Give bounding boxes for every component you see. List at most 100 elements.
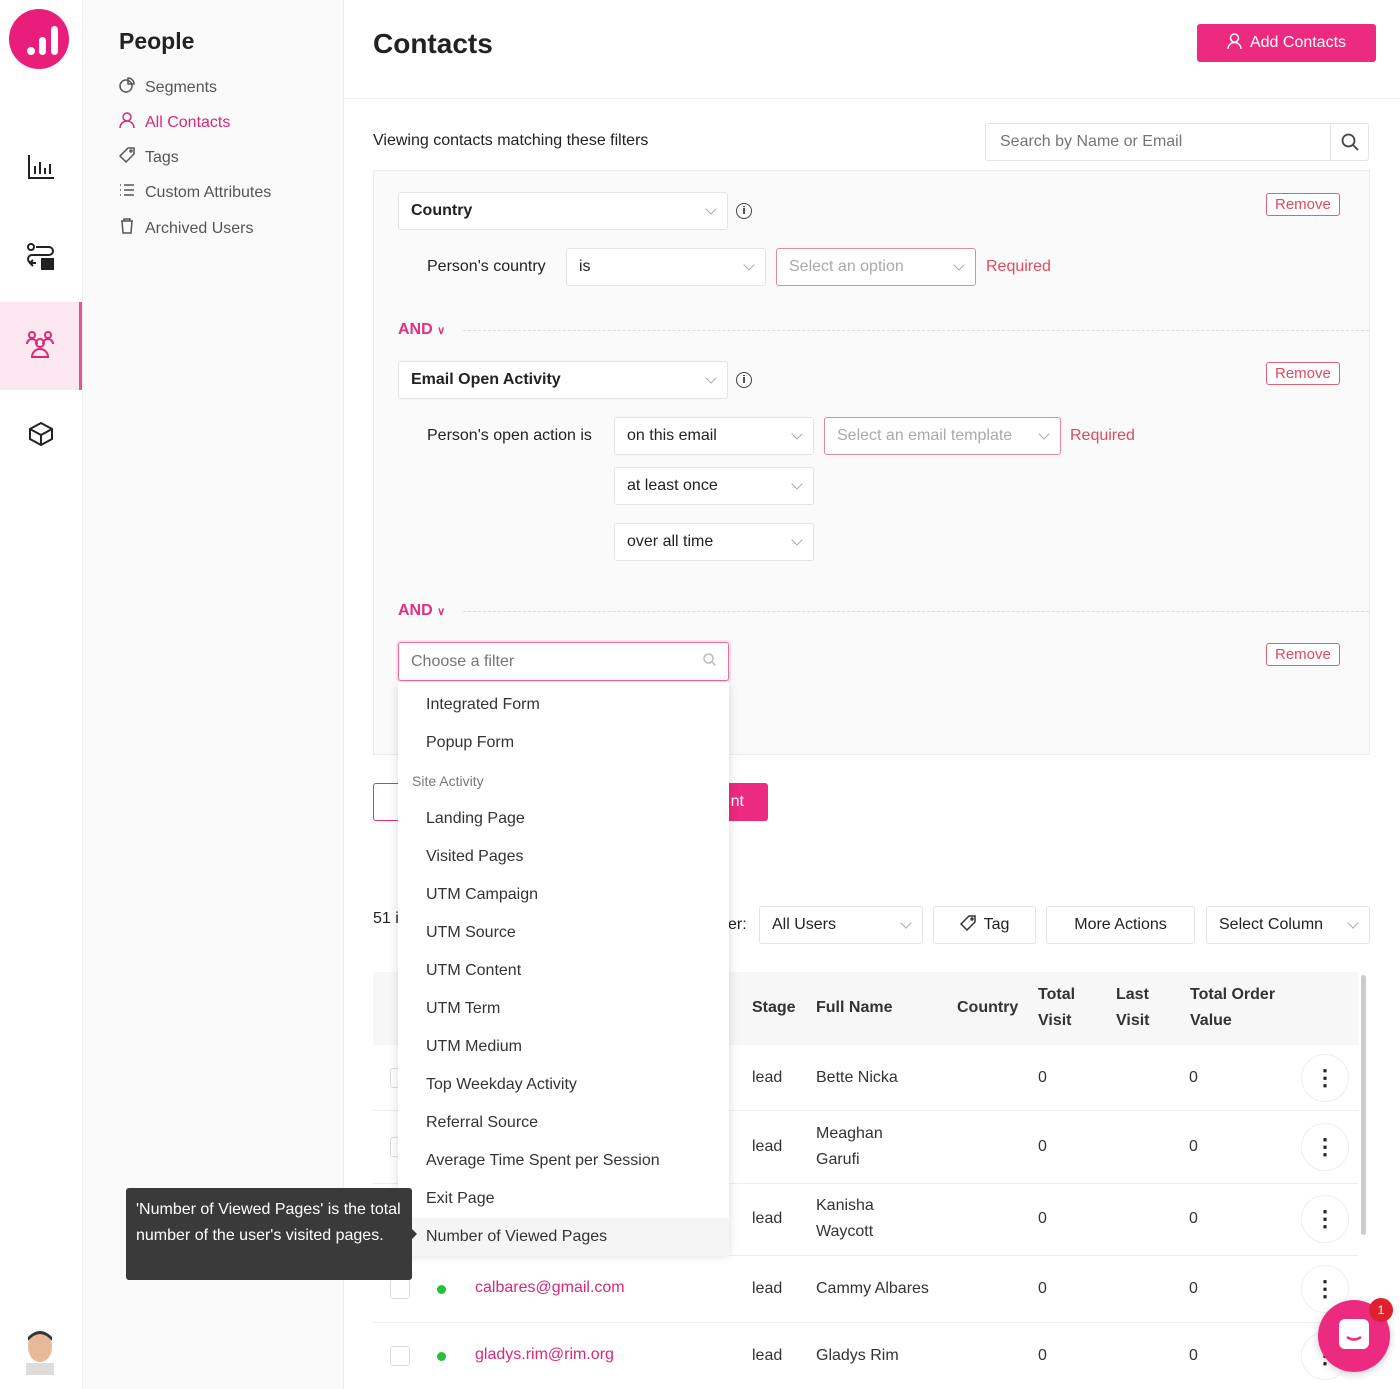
dropdown-item[interactable]: UTM Source <box>398 914 729 952</box>
table-scrollbar[interactable] <box>1361 975 1366 1235</box>
required-message: Required <box>1070 427 1135 444</box>
search-icon[interactable] <box>1330 124 1368 160</box>
row-actions-button[interactable]: ⋮ <box>1301 1195 1349 1243</box>
cell-total-order-value: 0 <box>1189 1210 1198 1227</box>
info-icon[interactable]: i <box>736 372 752 388</box>
email-template-select[interactable]: Select an email template <box>824 417 1061 455</box>
select-value: at least once <box>627 477 718 494</box>
users-filter-select[interactable]: All Users <box>759 906 923 944</box>
cell-full-name: Bette Nicka <box>816 1065 898 1091</box>
choose-filter-input[interactable] <box>399 652 703 671</box>
search-box <box>985 123 1369 161</box>
app-logo[interactable] <box>9 9 69 69</box>
dropdown-group-header: Site Activity <box>412 773 484 789</box>
contacts-count: 51 i <box>373 910 399 927</box>
name-line: Meaghan <box>816 1124 883 1142</box>
row-actions-button[interactable]: ⋮ <box>1301 1053 1349 1102</box>
rail-products[interactable] <box>0 392 82 480</box>
sidebar-item-label: Segments <box>145 78 218 96</box>
more-vertical-icon: ⋮ <box>1314 1133 1336 1159</box>
select-column-dropdown[interactable]: Select Column <box>1206 906 1370 944</box>
rail-people[interactable] <box>0 302 82 390</box>
tag-icon <box>959 914 976 936</box>
frequency-select[interactable]: at least once <box>614 467 814 505</box>
dropdown-item[interactable]: Visited Pages <box>398 838 729 876</box>
info-icon[interactable]: i <box>736 203 752 219</box>
more-vertical-icon: ⋮ <box>1314 1064 1336 1090</box>
sidebar-item-archived-users[interactable]: Archived Users <box>119 218 253 239</box>
dropdown-item[interactable]: Popup Form <box>398 724 729 762</box>
and-connector[interactable]: AND ∨ <box>398 602 445 620</box>
operator-select[interactable]: on this email <box>614 417 814 455</box>
name-line: Cammy Albares <box>816 1279 929 1297</box>
chevron-down-icon <box>1038 428 1050 440</box>
and-connector[interactable]: AND ∨ <box>398 321 445 339</box>
select-value: Email Open Activity <box>411 371 561 388</box>
select-value: All Users <box>772 916 837 933</box>
and-label: AND <box>398 321 433 338</box>
remove-filter-button[interactable]: Remove <box>1266 362 1340 385</box>
sidebar-item-label: Tags <box>145 148 179 166</box>
row-checkbox[interactable] <box>390 1345 410 1366</box>
dropdown-item[interactable]: UTM Term <box>398 990 729 1028</box>
contact-email-link[interactable]: gladys.rim@rim.org <box>475 1346 614 1364</box>
operator-select[interactable]: is <box>566 248 766 286</box>
column-country[interactable]: Country <box>957 995 1018 1021</box>
row-divider <box>373 1322 1358 1323</box>
dropdown-item[interactable]: Top Weekday Activity <box>398 1066 729 1104</box>
chat-icon <box>1337 1317 1371 1356</box>
column-full-name[interactable]: Full Name <box>816 995 892 1021</box>
rail-reports[interactable] <box>0 125 82 213</box>
dropdown-item[interactable]: Referral Source <box>398 1104 729 1142</box>
column-total-order-value[interactable]: Total Order Value <box>1190 982 1275 1034</box>
filter-field-select[interactable]: Email Open Activity <box>398 361 728 399</box>
dropdown-item[interactable]: Integrated Form <box>398 686 729 724</box>
dropdown-item[interactable]: Number of Viewed Pages <box>398 1218 729 1256</box>
rail-automation[interactable] <box>0 215 82 303</box>
remove-filter-button[interactable]: Remove <box>1266 193 1340 216</box>
sidebar-item-label: Custom Attributes <box>145 183 272 201</box>
more-actions-button[interactable]: More Actions <box>1046 906 1195 944</box>
cell-stage: lead <box>752 1137 783 1155</box>
remove-filter-button[interactable]: Remove <box>1266 643 1340 666</box>
cell-total-visit: 0 <box>1038 1279 1047 1297</box>
tag-button[interactable]: Tag <box>933 906 1036 944</box>
row-checkbox[interactable] <box>390 1278 410 1299</box>
column-stage[interactable]: Stage <box>752 995 796 1021</box>
country-value-select[interactable]: Select an option <box>776 248 976 286</box>
column-last-visit[interactable]: Last Visit <box>1116 982 1150 1034</box>
sidebar-item-segments[interactable]: Segments <box>119 77 217 98</box>
cell-stage: lead <box>752 1346 783 1364</box>
status-dot <box>437 1284 446 1294</box>
dropdown-item[interactable]: UTM Campaign <box>398 876 729 914</box>
name-line: Kanisha <box>816 1197 874 1214</box>
button-label: Tag <box>983 916 1010 933</box>
dropdown-item[interactable]: Exit Page <box>398 1180 729 1218</box>
trash-icon <box>119 218 135 239</box>
dropdown-item[interactable]: UTM Content <box>398 952 729 990</box>
period-select[interactable]: over all time <box>614 523 814 561</box>
row-actions-button[interactable]: ⋮ <box>1301 1122 1349 1171</box>
sidebar-item-tags[interactable]: Tags <box>118 147 179 168</box>
sidebar-item-label: Archived Users <box>145 219 254 237</box>
chevron-down-icon <box>953 259 965 271</box>
user-avatar[interactable] <box>20 1325 60 1375</box>
list-icon <box>119 182 135 203</box>
contact-email-link[interactable]: calbares@gmail.com <box>475 1279 625 1297</box>
search-input[interactable] <box>986 124 1330 160</box>
dropdown-item[interactable]: Landing Page <box>398 800 729 838</box>
sidebar-item-all-contacts[interactable]: All Contacts <box>119 112 230 133</box>
automation-icon <box>26 242 56 276</box>
header-line: Total Order <box>1190 986 1276 1003</box>
sidebar-item-label: All Contacts <box>145 113 231 131</box>
add-contacts-button[interactable]: Add Contacts <box>1197 24 1376 62</box>
dropdown-item[interactable]: UTM Medium <box>398 1028 729 1066</box>
header-line: Visit <box>1116 1012 1150 1029</box>
sidebar-item-custom-attributes[interactable]: Custom Attributes <box>119 182 271 203</box>
dropdown-item[interactable]: Average Time Spent per Session <box>398 1142 729 1180</box>
column-total-visit[interactable]: Total Visit <box>1038 982 1075 1034</box>
name-line: Garufi <box>816 1150 860 1168</box>
divider <box>463 611 1369 612</box>
header-line: Value <box>1190 1012 1232 1029</box>
filter-field-select[interactable]: Country <box>398 192 728 230</box>
